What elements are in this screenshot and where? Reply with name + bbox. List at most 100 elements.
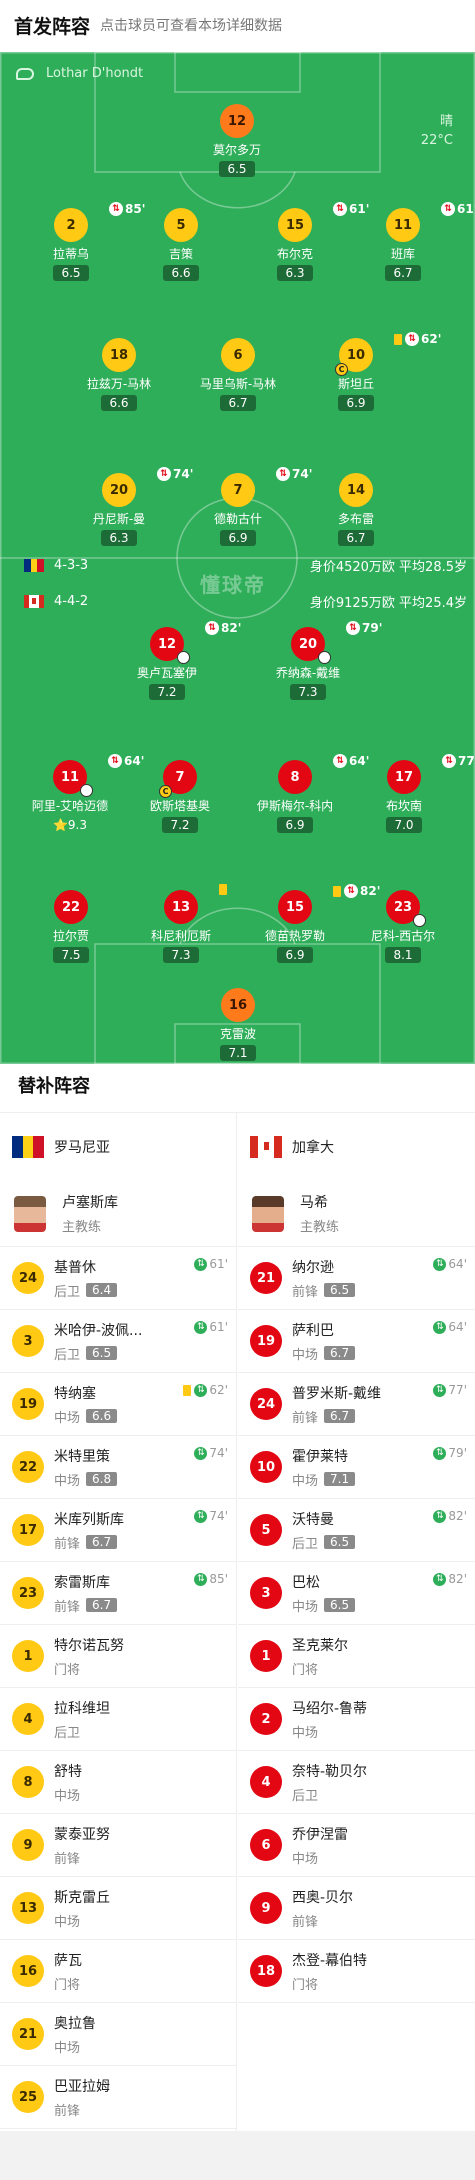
player-number: 10 <box>346 347 366 363</box>
pitch-player[interactable]: 2 ⇅ 85' 拉蒂乌 6.5 <box>21 202 145 281</box>
sub-player-row[interactable]: 18 杰登-幕伯特 门将 <box>238 1940 475 2003</box>
coach-name: 马希 <box>300 1195 328 1211</box>
sub-player-row[interactable]: 3 米哈伊-波佩... 后卫 6.5 ⇅ 61' <box>0 1310 236 1373</box>
pitch-player[interactable]: 10 C ⇅ 62' 斯坦丘 6.9 <box>306 332 441 411</box>
sub-in-icon: ⇅ <box>433 1257 447 1271</box>
sub-player-row[interactable]: 22 米特里策 中场 6.8 ⇅ 74' <box>0 1436 236 1499</box>
sub-player-row[interactable]: 23 索雷斯库 前锋 6.7 ⇅ 85' <box>0 1562 236 1625</box>
sub-player-row[interactable]: 16 萨瓦 门将 <box>0 1940 236 2003</box>
pitch-player[interactable]: 17 ⇅77' 布坎南 7.0 <box>354 754 475 833</box>
sub-player-row[interactable]: 25 巴亚拉姆 前锋 <box>0 2066 236 2129</box>
sub-player-row[interactable]: 5 沃特曼 后卫 6.5 ⇅ 82' <box>238 1499 475 1562</box>
sub-out-icon: ⇅ <box>157 467 171 481</box>
player-number: 13 <box>171 899 191 915</box>
sub-player-row[interactable]: 6 乔伊涅雷 中场 <box>238 1814 475 1877</box>
player-number: 17 <box>394 769 414 785</box>
pitch-player[interactable]: 7 ⇅ 74' 德勒古什 6.9 <box>188 467 312 546</box>
home-coach[interactable]: 卢塞斯库 主教练 <box>0 1181 236 1247</box>
sub-player-number: 8 <box>12 1766 44 1798</box>
sub-player-position: 中场 <box>54 1473 81 1489</box>
sub-player-name: 萨利巴 <box>292 1322 334 1339</box>
sub-player-number: 6 <box>250 1829 282 1861</box>
sub-player-row[interactable]: 19 特纳塞 中场 6.6 ⇅ 62' <box>0 1373 236 1436</box>
sub-player-row[interactable]: 9 西奥-贝尔 前锋 <box>238 1877 475 1940</box>
pitch-player[interactable]: 15 ⇅ 82' 德苗热罗勒 6.9 <box>245 884 380 963</box>
pitch-player[interactable]: 12 ⇅ 82' 奥卢瓦塞伊 7.2 <box>117 621 241 700</box>
pitch-player[interactable]: 14 多布雷 6.7 <box>306 473 406 546</box>
sub-player-position: 中场 <box>292 1599 319 1615</box>
pitch: Lothar D'hondt 晴 22°C 懂球帝 4-3-3 身价4520万欧… <box>0 52 475 1064</box>
sub-out-indicator: ⇅ 62' <box>394 332 441 346</box>
sub-player-row[interactable]: 4 奈特-勒贝尔 后卫 <box>238 1751 475 1814</box>
sub-player-rating: 6.7 <box>324 1409 356 1423</box>
sub-player-position: 前锋 <box>54 2103 81 2119</box>
sub-player-row[interactable]: 9 蒙泰亚努 前锋 <box>0 1814 236 1877</box>
sub-player-position: 前锋 <box>54 1599 81 1615</box>
sub-player-position: 中场 <box>292 1851 319 1867</box>
pitch-player[interactable]: 15 ⇅ 61' 布尔克 6.3 <box>245 202 369 281</box>
sub-in-minute: 82' <box>448 1572 467 1586</box>
pitch-player[interactable]: 22 拉尔贾 7.5 <box>21 890 121 963</box>
pitch-player[interactable]: 12 莫尔多万 6.5 <box>187 104 287 177</box>
sub-player-name: 西奥-贝尔 <box>292 1889 354 1906</box>
sub-in-minute: 77' <box>448 1383 467 1397</box>
sub-player-number: 19 <box>250 1325 282 1357</box>
sub-player-row[interactable]: 2 马绍尔-鲁蒂 中场 <box>238 1688 475 1751</box>
pitch-player[interactable]: 11 ⇅ 64' 阿里-艾哈迈德 ⭐9.3 <box>20 754 144 833</box>
pitch-player[interactable]: 16 克雷波 7.1 <box>188 988 288 1061</box>
pitch-player[interactable]: 6 马里乌斯-马林 6.7 <box>188 338 288 411</box>
canada-flag-icon <box>250 1136 282 1158</box>
sub-out-icon: ⇅ <box>205 621 219 635</box>
sub-player-rating: 6.4 <box>86 1283 118 1297</box>
sub-player-row[interactable]: 1 圣克莱尔 门将 <box>238 1625 475 1688</box>
sub-player-row[interactable]: 4 拉科维坦 后卫 <box>0 1688 236 1751</box>
player-name: 莫尔多万 <box>212 143 261 157</box>
player-number: 11 <box>393 217 413 233</box>
pitch-player[interactable]: 23 尼科-西古尔 8.1 <box>353 890 453 963</box>
romania-flag-icon <box>12 1136 45 1158</box>
away-subs-column: 加拿大 马希 主教练 21 纳尔逊 前锋 6.5 ⇅ 64' 19 萨利巴 中场 6.7 ⇅ 64' 2… <box>238 1113 475 2003</box>
sub-out-icon: ⇅ <box>109 202 123 216</box>
sub-player-row[interactable]: 10 霍伊莱特 中场 7.1 ⇅ 79' <box>238 1436 475 1499</box>
pitch-player[interactable]: 13 科尼利厄斯 7.3 <box>131 884 231 963</box>
pitch-player[interactable]: 5 吉策 6.6 <box>131 208 231 281</box>
sub-in-minute: 64' <box>448 1320 467 1334</box>
pitch-player[interactable]: 20 ⇅ 74' 丹尼斯-曼 6.3 <box>69 467 193 546</box>
sub-player-row[interactable]: 13 斯克雷丘 中场 <box>0 1877 236 1940</box>
sub-player-number: 13 <box>12 1892 44 1924</box>
sub-player-row[interactable]: 8 舒特 中场 <box>0 1751 236 1814</box>
captain-icon: C <box>159 785 172 798</box>
sub-player-row[interactable]: 1 特尔诺瓦努 门将 <box>0 1625 236 1688</box>
player-rating: 6.3 <box>277 265 313 281</box>
player-rating: 6.5 <box>53 265 89 281</box>
sub-player-row[interactable]: 24 普罗米斯-戴维 前锋 6.7 ⇅ 77' <box>238 1373 475 1436</box>
player-rating: 6.5 <box>219 161 255 177</box>
player-rating: 7.0 <box>386 817 422 833</box>
sub-player-row[interactable]: 17 米库列斯库 前锋 6.7 ⇅ 74' <box>0 1499 236 1562</box>
goal-ball-icon <box>413 914 426 927</box>
player-name: 吉策 <box>168 247 193 261</box>
sub-player-row[interactable]: 24 基普休 后卫 6.4 ⇅ 61' <box>0 1247 236 1310</box>
sub-player-number: 24 <box>250 1388 282 1420</box>
sub-in-indicator: ⇅ 61' <box>194 1257 228 1271</box>
sub-player-row[interactable]: 19 萨利巴 中场 6.7 ⇅ 64' <box>238 1310 475 1373</box>
pitch-player[interactable]: 11 ⇅61' 班库 6.7 <box>353 202 475 281</box>
sub-player-row[interactable]: 21 纳尔逊 前锋 6.5 ⇅ 64' <box>238 1247 475 1310</box>
sub-player-row[interactable]: 21 奥拉鲁 中场 <box>0 2003 236 2066</box>
player-name: 尼科-西古尔 <box>370 929 436 943</box>
sub-in-indicator: ⇅ 85' <box>194 1572 228 1586</box>
sub-player-position: 中场 <box>292 1473 319 1489</box>
player-number: 7 <box>175 769 185 785</box>
away-coach[interactable]: 马希 主教练 <box>238 1181 475 1247</box>
pitch-player[interactable]: 20 ⇅ 79' 乔纳森-戴维 7.3 <box>258 621 382 700</box>
player-number: 15 <box>285 217 305 233</box>
sub-player-position: 后卫 <box>54 1347 81 1363</box>
pitch-player[interactable]: 8 ⇅ 64' 伊斯梅尔-科内 6.9 <box>245 754 369 833</box>
player-name: 拉尔贾 <box>52 929 89 943</box>
sub-player-number: 1 <box>250 1640 282 1672</box>
sub-in-icon: ⇅ <box>194 1509 208 1523</box>
sub-player-row[interactable]: 3 巴松 中场 6.5 ⇅ 82' <box>238 1562 475 1625</box>
pitch-player[interactable]: 18 拉兹万-马林 6.6 <box>69 338 169 411</box>
pitch-player[interactable]: 7 C 欧斯塔基奥 7.2 <box>130 760 230 833</box>
sub-player-position: 门将 <box>54 1977 81 1993</box>
